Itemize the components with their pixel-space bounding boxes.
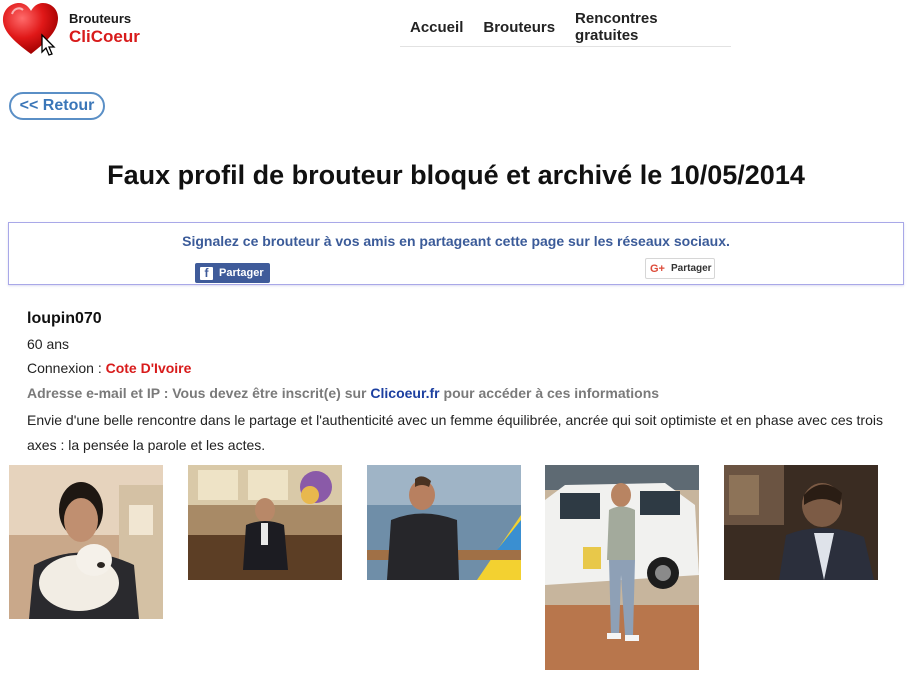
photo-man-on-boat[interactable] — [367, 465, 521, 580]
facebook-share-button[interactable]: f Partager — [195, 263, 270, 283]
profile-connexion: Connexion : Cote D'Ivoire — [27, 360, 191, 376]
facebook-icon: f — [200, 266, 213, 280]
google-plus-icon: G+ — [650, 262, 665, 275]
photo-man-seated-lobby[interactable] — [188, 465, 342, 580]
email-info-prefix: Adresse e-mail et IP : Vous devez être i… — [27, 385, 371, 401]
facebook-share-label: Partager — [219, 267, 264, 279]
profile-username: loupin070 — [27, 310, 102, 327]
photo-man-in-suit[interactable] — [724, 465, 878, 580]
profile-country: Cote D'Ivoire — [105, 360, 192, 376]
back-button[interactable]: << Retour — [9, 92, 105, 120]
page-title: Faux profil de brouteur bloqué et archiv… — [107, 160, 805, 190]
share-text: Signalez ce brouteur à vos amis en parta… — [182, 233, 730, 249]
clicoeur-link[interactable]: Clicoeur.fr — [370, 385, 439, 401]
share-panel: Signalez ce brouteur à vos amis en parta… — [8, 222, 904, 285]
brand-name-line1: Brouteurs — [69, 11, 132, 26]
photo-man-by-suv[interactable] — [545, 465, 699, 670]
photo-man-with-dog[interactable] — [9, 465, 163, 619]
nav-accueil[interactable]: Accueil — [400, 19, 473, 36]
google-plus-share-label: Partager — [670, 263, 712, 274]
brand-name-line2: CliCoeur — [69, 27, 140, 47]
profile-email-ip-info: Adresse e-mail et IP : Vous devez être i… — [27, 385, 659, 401]
nav-rencontres-gratuites[interactable]: Rencontres gratuites — [565, 10, 731, 44]
google-plus-share-button[interactable]: G+ Partager — [645, 258, 715, 279]
heart-logo-icon — [2, 3, 58, 56]
connexion-label: Connexion : — [27, 360, 106, 376]
brand-cli: Cli — [69, 27, 91, 46]
brand-coeur: Coeur — [90, 27, 140, 46]
profile-age: 60 ans — [27, 336, 70, 352]
profile-description: Envie d'une belle rencontre dans le part… — [27, 412, 883, 453]
email-info-suffix: pour accéder à ces informations — [439, 385, 660, 401]
nav-brouteurs[interactable]: Brouteurs — [473, 19, 565, 36]
main-nav: Accueil Brouteurs Rencontres gratuites — [400, 8, 731, 47]
site-logo[interactable]: Brouteurs CliCoeur — [2, 2, 162, 58]
